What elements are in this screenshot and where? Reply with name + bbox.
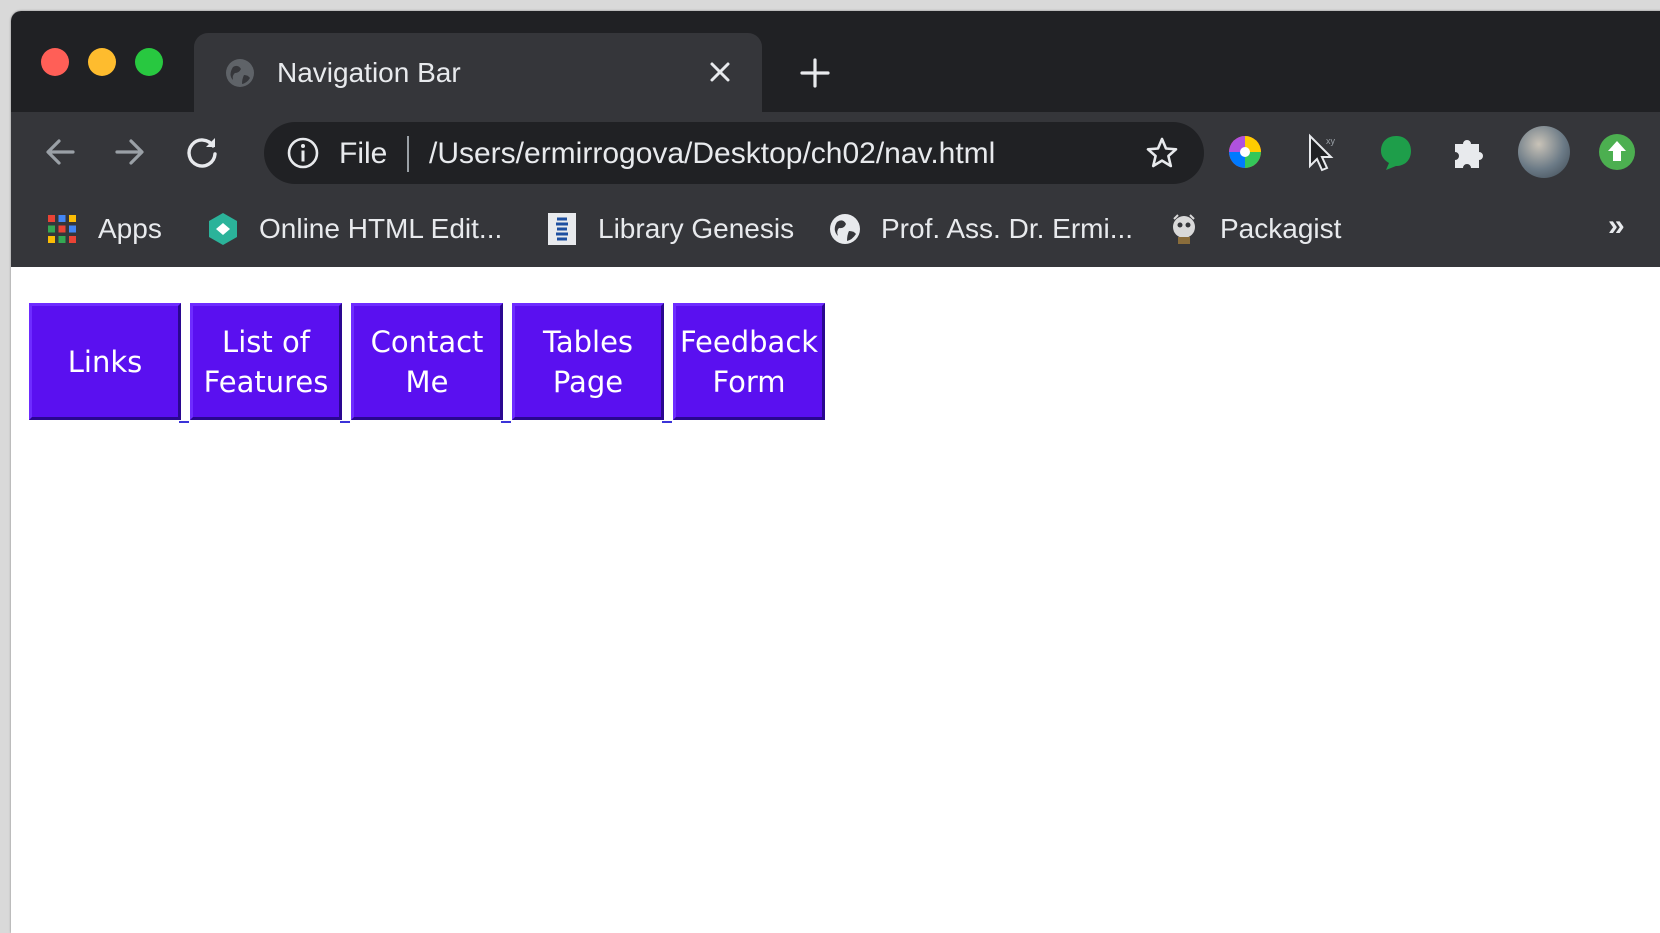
packagist-icon [1173,214,1195,244]
tab-strip: Navigation Bar [11,11,1660,112]
nav-button-contact-me[interactable]: Contact Me [351,303,511,423]
globe-icon [226,59,254,87]
navigation-bar: Links List of Features Contact Me Tables… [29,303,834,423]
bookmark-library-genesis[interactable]: Library Genesis [544,209,794,249]
toolbar: File /Users/ermirrogova/Desktop/ch02/nav… [11,112,1660,191]
html-editor-icon [209,213,237,245]
close-icon[interactable] [703,55,737,89]
bookmark-online-html-editor[interactable]: Online HTML Edit... [205,209,502,249]
nav-button-label-line1: Tables [542,324,634,359]
nav-button-label-line1: Feedback [679,324,819,359]
page-content: Links List of Features Contact Me Tables… [11,267,1660,933]
bookmark-label: Library Genesis [598,213,795,244]
window-close-button[interactable] [41,48,69,76]
nav-button-list-of-features[interactable]: List of Features [190,303,350,423]
bookmark-prof-ermir[interactable]: Prof. Ass. Dr. Ermi... [827,209,1133,249]
bookmark-label: Apps [98,213,162,244]
window-minimize-button[interactable] [88,48,116,76]
nav-button-label-line2: Form [712,364,786,399]
tab-navigation-bar[interactable]: Navigation Bar [194,33,762,112]
library-genesis-icon [548,213,576,245]
info-icon[interactable] [286,136,320,170]
nav-button-label-line2: Me [405,364,449,399]
green-bubble-extension-icon[interactable] [1374,130,1418,174]
nav-button-tables-page[interactable]: Tables Page [512,303,672,423]
tab-title: Navigation Bar [277,57,461,88]
globe-icon [830,214,860,244]
bookmark-label: Prof. Ass. Dr. Ermi... [881,213,1134,244]
apps-grid-icon [48,215,76,243]
reload-icon[interactable] [182,132,222,172]
url-text[interactable]: /Users/ermirrogova/Desktop/ch02/nav.html [429,137,995,171]
cursor-extension-icon[interactable]: xy [1298,130,1342,174]
browser-window: Navigation Bar File /Users/ermirrogova/D… [11,11,1660,933]
profile-avatar[interactable] [1518,126,1570,178]
extensions-puzzle-icon[interactable] [1447,130,1491,174]
address-bar[interactable]: File /Users/ermirrogova/Desktop/ch02/nav… [264,122,1204,184]
url-scheme-label: File [339,137,388,170]
bookmark-packagist[interactable]: Packagist [1166,209,1341,249]
nav-button-label-line2: Features [203,364,329,399]
nav-button-label: Links [67,344,143,379]
window-maximize-button[interactable] [135,48,163,76]
new-tab-icon[interactable] [797,55,833,91]
nav-button-label-line2: Page [552,364,624,399]
bookmark-apps[interactable]: Apps [44,209,162,249]
bookmarks-bar: Apps Online HTML Edit... Library Genesis… [11,191,1660,267]
nav-button-links[interactable]: Links [29,303,189,423]
bookmarks-overflow-button[interactable]: » [1608,209,1625,243]
update-icon[interactable] [1595,130,1639,174]
bookmark-label: Online HTML Edit... [259,213,503,244]
color-picker-extension-icon[interactable] [1223,130,1267,174]
nav-button-label-line1: List of [222,324,310,359]
svg-text:xy: xy [1326,136,1336,146]
forward-icon[interactable] [110,132,150,172]
nav-button-feedback-form[interactable]: Feedback Form [673,303,825,420]
star-icon[interactable] [1144,135,1180,171]
divider [407,136,409,172]
bookmark-label: Packagist [1220,213,1342,244]
back-icon[interactable] [40,132,80,172]
nav-button-label-line1: Contact [370,324,484,359]
